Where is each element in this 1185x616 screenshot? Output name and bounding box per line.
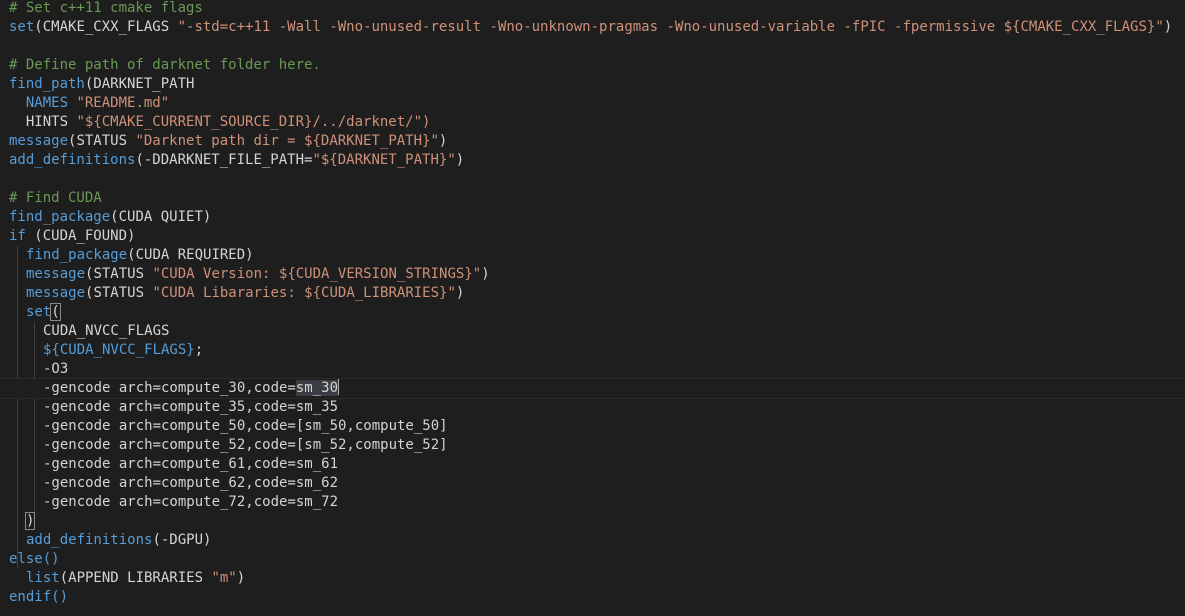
code-line[interactable]: ${CUDA_NVCC_FLAGS}; (43, 341, 203, 360)
code-line[interactable]: message(STATUS "CUDA Version: ${CUDA_VER… (26, 265, 490, 284)
code-line[interactable]: -gencode arch=compute_62,code=sm_62 (43, 474, 338, 493)
indent-guide (17, 246, 18, 569)
code-line[interactable]: message(STATUS "Darknet path dir = ${DAR… (9, 132, 447, 151)
selected-text: sm_30 (295, 380, 339, 396)
code-line[interactable]: message(STATUS "CUDA Libararies: ${CUDA_… (26, 284, 464, 303)
code-line[interactable]: set(CMAKE_CXX_FLAGS "-std=c++11 -Wall -W… (9, 18, 1172, 37)
code-line[interactable]: else() (9, 550, 60, 569)
code-line[interactable]: # Find CUDA (9, 189, 102, 208)
code-line[interactable]: HINTS "${CMAKE_CURRENT_SOURCE_DIR}/../da… (9, 113, 431, 132)
code-line[interactable]: find_path(DARKNET_PATH (9, 75, 194, 94)
code-line[interactable]: NAMES "README.md" (9, 94, 169, 113)
indent-guide (34, 322, 35, 512)
code-line[interactable]: # Set c++11 cmake flags (9, 0, 203, 18)
code-line[interactable]: if (CUDA_FOUND) (9, 227, 135, 246)
code-line[interactable]: -gencode arch=compute_52,code=[sm_52,com… (43, 436, 448, 455)
code-line[interactable]: -gencode arch=compute_72,code=sm_72 (43, 493, 338, 512)
code-line[interactable]: add_definitions(-DGPU) (26, 531, 211, 550)
code-line[interactable]: # Define path of darknet folder here. (9, 56, 321, 75)
code-line[interactable]: -gencode arch=compute_35,code=sm_35 (43, 398, 338, 417)
code-line[interactable]: CUDA_NVCC_FLAGS (43, 322, 169, 341)
code-line[interactable]: -gencode arch=compute_50,code=[sm_50,com… (43, 417, 448, 436)
text-cursor (338, 379, 340, 395)
code-line[interactable]: list(APPEND LIBRARIES "m") (26, 569, 245, 588)
code-line-current[interactable]: -gencode arch=compute_30,code=sm_30 (0, 378, 1185, 399)
code-line[interactable]: add_definitions(-DDARKNET_FILE_PATH="${D… (9, 151, 464, 170)
code-line[interactable]: set( (26, 303, 61, 322)
code-line[interactable]: endif() (9, 588, 68, 607)
code-line[interactable]: ) (24, 512, 36, 531)
code-line[interactable]: -gencode arch=compute_61,code=sm_61 (43, 455, 338, 474)
code-line[interactable]: -O3 (43, 360, 68, 379)
code-line[interactable]: find_package(CUDA QUIET) (9, 208, 211, 227)
code-line[interactable]: find_package(CUDA REQUIRED) (26, 246, 254, 265)
code-editor[interactable]: # Set c++11 cmake flags set(CMAKE_CXX_FL… (0, 0, 1185, 616)
